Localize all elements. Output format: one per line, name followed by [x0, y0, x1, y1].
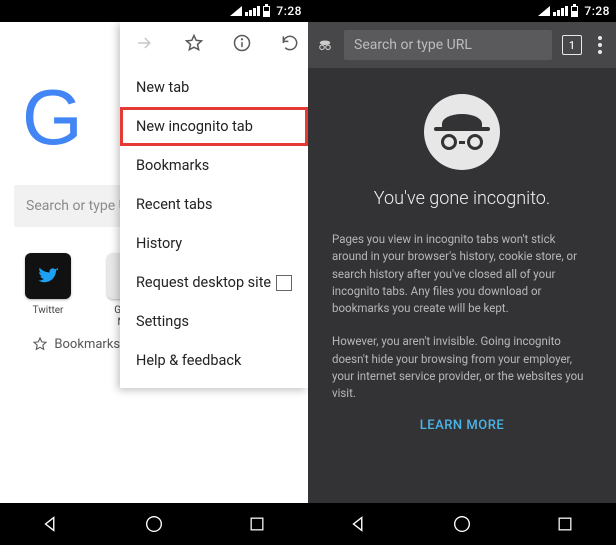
overflow-button[interactable]: [592, 36, 608, 54]
incognito-paragraph-2: However, you aren't invisible. Going inc…: [332, 333, 592, 402]
bookmarks-link[interactable]: Bookmarks: [32, 336, 120, 352]
menu-recent-tabs[interactable]: Recent tabs: [120, 185, 308, 224]
menu-settings[interactable]: Settings: [120, 302, 308, 341]
right-content: Search or type URL 1 You've gone incogni…: [308, 22, 616, 503]
home-button[interactable]: [134, 504, 174, 544]
search-placeholder: Search or type U: [26, 198, 128, 214]
menu-bookmarks[interactable]: Bookmarks: [120, 146, 308, 185]
menu-top-row: [120, 22, 308, 68]
status-clock: 7:28: [584, 4, 610, 18]
star-icon: [32, 336, 48, 352]
cell-signal-icon: [553, 6, 568, 16]
url-input[interactable]: Search or type URL: [344, 30, 552, 60]
status-bar: 7:28: [0, 0, 308, 22]
wifi-icon: [538, 6, 550, 16]
battery-icon: [263, 6, 270, 17]
incognito-paragraph-1: Pages you view in incognito tabs won't s…: [332, 231, 592, 317]
phone-left: 7:28 G Search or type U Twitter G: [0, 0, 308, 545]
menu-request-desktop-site[interactable]: Request desktop site: [120, 263, 308, 302]
overflow-menu: New tab New incognito tab Bookmarks Rece…: [120, 22, 308, 388]
bookmark-button[interactable]: [184, 33, 204, 57]
incognito-title: You've gone incognito.: [332, 188, 592, 209]
nav-bar: [0, 503, 308, 545]
battery-icon: [571, 6, 578, 17]
incognito-icon: [316, 36, 334, 54]
forward-button[interactable]: [134, 33, 154, 57]
tab-switcher[interactable]: 1: [562, 35, 582, 55]
menu-history[interactable]: History: [120, 224, 308, 263]
menu-new-tab[interactable]: New tab: [120, 68, 308, 107]
incognito-illustration: [424, 94, 500, 170]
home-button[interactable]: [442, 504, 482, 544]
status-clock: 7:28: [276, 4, 302, 18]
reload-button[interactable]: [280, 33, 300, 57]
incognito-toolbar: Search or type URL 1: [308, 22, 616, 68]
back-button[interactable]: [339, 504, 379, 544]
wifi-icon: [230, 6, 242, 16]
menu-new-incognito-tab[interactable]: New incognito tab: [120, 107, 308, 146]
learn-more-link[interactable]: LEARN MORE: [332, 418, 592, 433]
menu-help-feedback[interactable]: Help & feedback: [120, 341, 308, 380]
recents-button[interactable]: [237, 504, 277, 544]
twitter-icon: [25, 253, 71, 299]
status-bar: 7:28: [308, 0, 616, 22]
checkbox-icon[interactable]: [276, 275, 292, 291]
shortcut-label: Twitter: [20, 305, 76, 317]
recents-button[interactable]: [545, 504, 585, 544]
nav-bar: [308, 503, 616, 545]
phone-right: 7:28 Search or type URL 1 You've gone in…: [308, 0, 616, 545]
back-button[interactable]: [31, 504, 71, 544]
info-button[interactable]: [232, 33, 252, 57]
cell-signal-icon: [245, 6, 260, 16]
